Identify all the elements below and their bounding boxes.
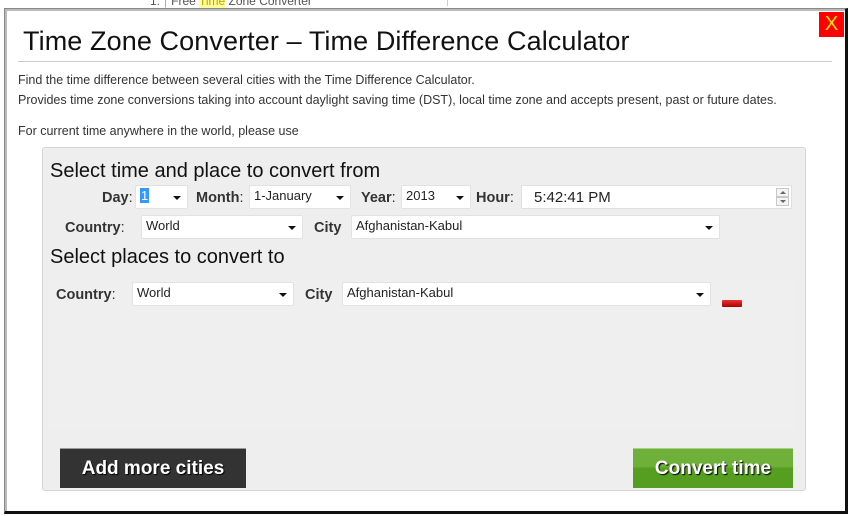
chevron-down-icon bbox=[705, 226, 713, 230]
month-value: 1-January bbox=[254, 188, 312, 203]
spinner-down-icon[interactable] bbox=[776, 197, 789, 206]
background-link-suffix[interactable]: Zone Converter bbox=[225, 0, 312, 8]
description-line-2: Provides time zone conversions taking in… bbox=[18, 93, 777, 107]
chevron-down-icon bbox=[279, 293, 287, 297]
to-city-value: Afghanistan-Kabul bbox=[347, 285, 454, 300]
from-heading: Select time and place to convert from bbox=[50, 160, 381, 182]
to-country-select[interactable]: World bbox=[132, 282, 294, 306]
to-city-label: City bbox=[305, 287, 333, 303]
search-highlight[interactable]: Time bbox=[198, 0, 226, 8]
to-city-select[interactable]: Afghanistan-Kabul bbox=[342, 282, 711, 306]
year-label: Year: bbox=[361, 190, 396, 206]
chevron-down-icon bbox=[288, 226, 296, 230]
background-link-prefix[interactable]: Free bbox=[171, 0, 199, 8]
list-number: 1. bbox=[150, 0, 161, 8]
from-city-value: Afghanistan-Kabul bbox=[356, 218, 463, 233]
chevron-down-icon bbox=[696, 293, 704, 297]
day-value: 1 bbox=[140, 188, 150, 203]
month-label: Month: bbox=[196, 190, 244, 206]
time-zone-converter-modal: X Time Zone Converter – Time Difference … bbox=[4, 8, 848, 514]
month-select[interactable]: 1-January bbox=[249, 185, 351, 209]
chevron-down-icon bbox=[336, 196, 344, 200]
close-button[interactable]: X bbox=[819, 12, 844, 37]
hour-label: Hour: bbox=[476, 190, 514, 206]
convert-time-button[interactable]: Convert time bbox=[633, 448, 793, 488]
hour-value: 5:42:41 PM bbox=[534, 189, 611, 206]
spinner-up-icon[interactable] bbox=[776, 188, 789, 197]
converter-panel: Select time and place to convert from Da… bbox=[42, 147, 806, 491]
from-country-value: World bbox=[146, 218, 180, 233]
day-select[interactable]: 1 bbox=[135, 185, 188, 209]
remove-city-button[interactable] bbox=[722, 300, 742, 307]
hour-input[interactable]: 5:42:41 PM bbox=[521, 185, 792, 209]
to-country-value: World bbox=[137, 285, 171, 300]
from-country-label: Country: bbox=[65, 220, 125, 236]
to-heading: Select places to convert to bbox=[50, 246, 285, 268]
day-label: Day: bbox=[102, 190, 133, 206]
year-value: 2013 bbox=[406, 188, 435, 203]
year-select[interactable]: 2013 bbox=[401, 185, 471, 209]
to-country-label: Country: bbox=[56, 287, 116, 303]
from-city-select[interactable]: Afghanistan-Kabul bbox=[351, 215, 720, 239]
hour-spinner[interactable] bbox=[776, 188, 789, 206]
from-country-select[interactable]: World bbox=[141, 215, 303, 239]
title-divider bbox=[18, 61, 832, 62]
background-divider bbox=[447, 0, 448, 6]
description-line-1: Find the time difference between several… bbox=[18, 73, 475, 87]
chevron-down-icon bbox=[173, 196, 181, 200]
background-link-item: 1. | Free Time Zone Converter bbox=[150, 0, 312, 8]
add-more-cities-button[interactable]: Add more cities bbox=[60, 448, 246, 488]
modal-title: Time Zone Converter – Time Difference Ca… bbox=[23, 26, 630, 56]
chevron-down-icon bbox=[456, 196, 464, 200]
description-line-3: For current time anywhere in the world, … bbox=[18, 124, 299, 138]
from-city-label: City bbox=[314, 220, 342, 236]
